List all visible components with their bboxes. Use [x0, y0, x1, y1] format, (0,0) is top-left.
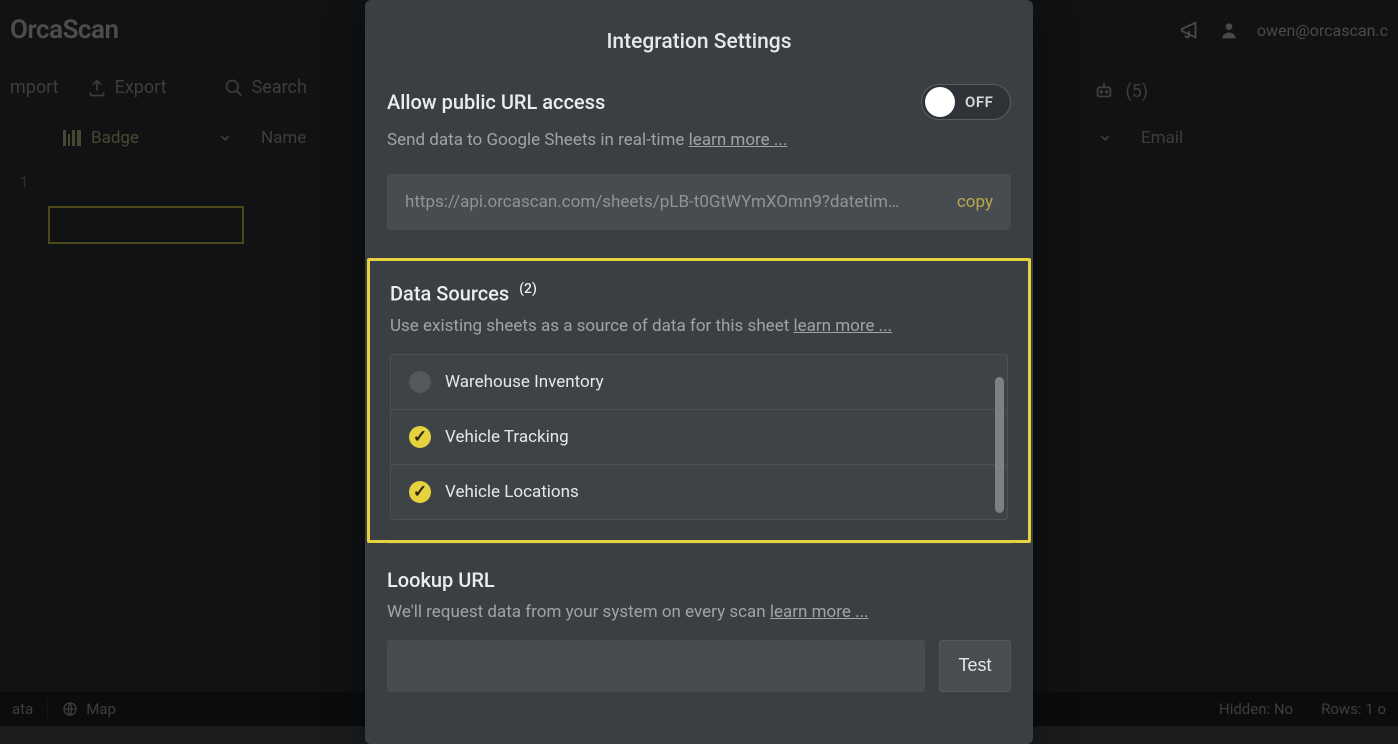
section-data-sources: Data Sources(2) Use existing sheets as a… [387, 258, 1011, 543]
checkbox-unchecked-icon[interactable] [409, 371, 431, 393]
data-sources-title: Data Sources(2) [390, 281, 1008, 306]
checkbox-checked-icon[interactable]: ✓ [409, 426, 431, 448]
copy-button[interactable]: copy [957, 192, 993, 212]
data-sources-highlight: Data Sources(2) Use existing sheets as a… [367, 258, 1031, 543]
data-source-label: Vehicle Tracking [445, 427, 569, 447]
lookup-title: Lookup URL [387, 568, 1011, 592]
scrollbar[interactable] [995, 377, 1004, 513]
public-url-box: https://api.orcascan.com/sheets/pLB-t0Gt… [387, 174, 1011, 230]
public-url-learn-more[interactable]: learn more ... [689, 130, 788, 150]
data-sources-list: Warehouse Inventory ✓ Vehicle Tracking ✓… [390, 354, 1008, 520]
toggle-knob [925, 87, 955, 117]
modal-title: Integration Settings [365, 0, 1033, 80]
test-button[interactable]: Test [939, 640, 1011, 692]
data-source-item[interactable]: ✓ Vehicle Tracking [391, 409, 1007, 464]
toggle-label: OFF [965, 93, 993, 111]
section-public-url: Allow public URL access OFF Send data to… [387, 80, 1011, 258]
lookup-url-input[interactable] [387, 640, 925, 692]
checkbox-checked-icon[interactable]: ✓ [409, 481, 431, 503]
data-source-label: Warehouse Inventory [445, 372, 604, 392]
lookup-desc: We'll request data from your system on e… [387, 602, 1011, 622]
public-url-value[interactable]: https://api.orcascan.com/sheets/pLB-t0Gt… [405, 192, 943, 212]
section-lookup-url: Lookup URL We'll request data from your … [387, 543, 1011, 720]
data-sources-desc: Use existing sheets as a source of data … [390, 316, 1008, 336]
integration-settings-modal: Integration Settings Allow public URL ac… [365, 0, 1033, 744]
public-url-desc: Send data to Google Sheets in real-time … [387, 130, 1011, 150]
data-source-item[interactable]: Warehouse Inventory [391, 355, 1007, 409]
lookup-learn-more[interactable]: learn more ... [770, 602, 869, 622]
public-url-toggle[interactable]: OFF [921, 84, 1011, 120]
data-source-label: Vehicle Locations [445, 482, 579, 502]
public-url-title: Allow public URL access [387, 90, 605, 114]
data-sources-count: (2) [519, 281, 537, 297]
data-source-item[interactable]: ✓ Vehicle Locations [391, 464, 1007, 519]
data-sources-learn-more[interactable]: learn more ... [793, 316, 892, 336]
